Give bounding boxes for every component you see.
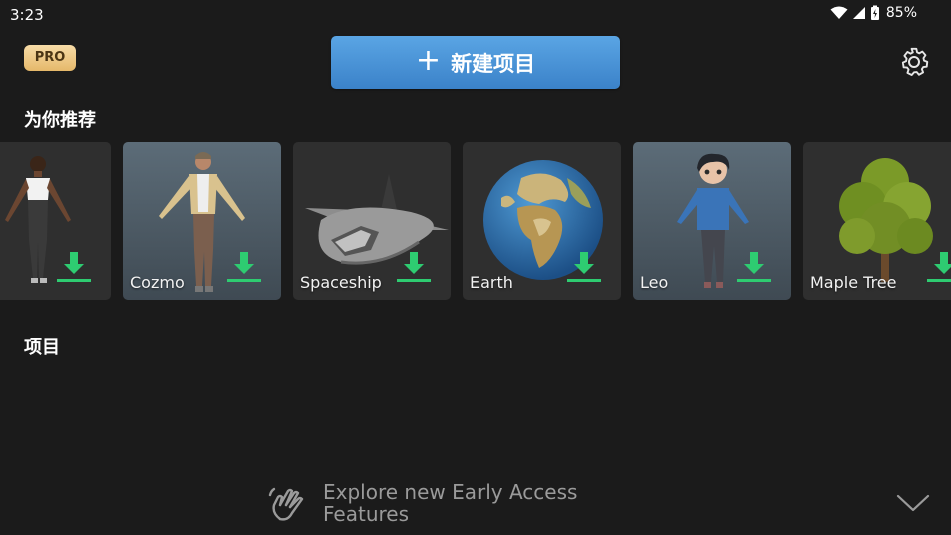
status-bar: 3:23 85% xyxy=(0,0,951,30)
recommended-title: 为你推荐 xyxy=(24,110,96,131)
new-project-label: 新建项目 xyxy=(451,51,536,76)
model-card[interactable] xyxy=(0,142,111,300)
model-card-label: Leo xyxy=(640,273,669,292)
status-icons: 85% xyxy=(830,5,917,21)
download-icon[interactable] xyxy=(227,250,261,284)
download-icon[interactable] xyxy=(57,250,91,284)
battery-percent: 85% xyxy=(885,5,917,21)
download-icon[interactable] xyxy=(927,250,951,284)
model-card-label: Earth xyxy=(470,273,513,292)
recommended-carousel[interactable]: Cozmo Spaceship Earth Leo Maple Tree xyxy=(0,142,951,300)
model-card[interactable]: Maple Tree xyxy=(803,142,951,300)
download-icon[interactable] xyxy=(567,250,601,284)
model-card-label: Maple Tree xyxy=(810,273,897,292)
cell-signal-icon xyxy=(852,7,865,19)
wifi-icon xyxy=(830,6,848,19)
download-icon[interactable] xyxy=(397,250,431,284)
model-card[interactable]: Cozmo xyxy=(123,142,281,300)
early-access-banner[interactable]: Explore new Early Access Features xyxy=(323,481,623,525)
battery-icon xyxy=(870,5,879,20)
early-access-line-2: Features xyxy=(323,502,409,526)
plus-icon: + xyxy=(415,42,442,78)
projects-title: 项目 xyxy=(24,337,60,358)
download-icon[interactable] xyxy=(737,250,771,284)
chevron-down-icon[interactable] xyxy=(895,492,931,514)
model-card[interactable]: Spaceship xyxy=(293,142,451,300)
settings-gear-icon[interactable] xyxy=(898,46,930,78)
model-card[interactable]: Earth xyxy=(463,142,621,300)
waving-hand-icon xyxy=(268,487,304,521)
early-access-line-1: Explore new Early Access xyxy=(323,480,578,504)
status-time: 3:23 xyxy=(10,6,44,24)
new-project-button[interactable]: + 新建项目 xyxy=(331,36,620,89)
model-card-label: Spaceship xyxy=(300,273,382,292)
pro-badge[interactable]: PRO xyxy=(24,45,76,71)
model-card[interactable]: Leo xyxy=(633,142,791,300)
model-card-label: Cozmo xyxy=(130,273,185,292)
